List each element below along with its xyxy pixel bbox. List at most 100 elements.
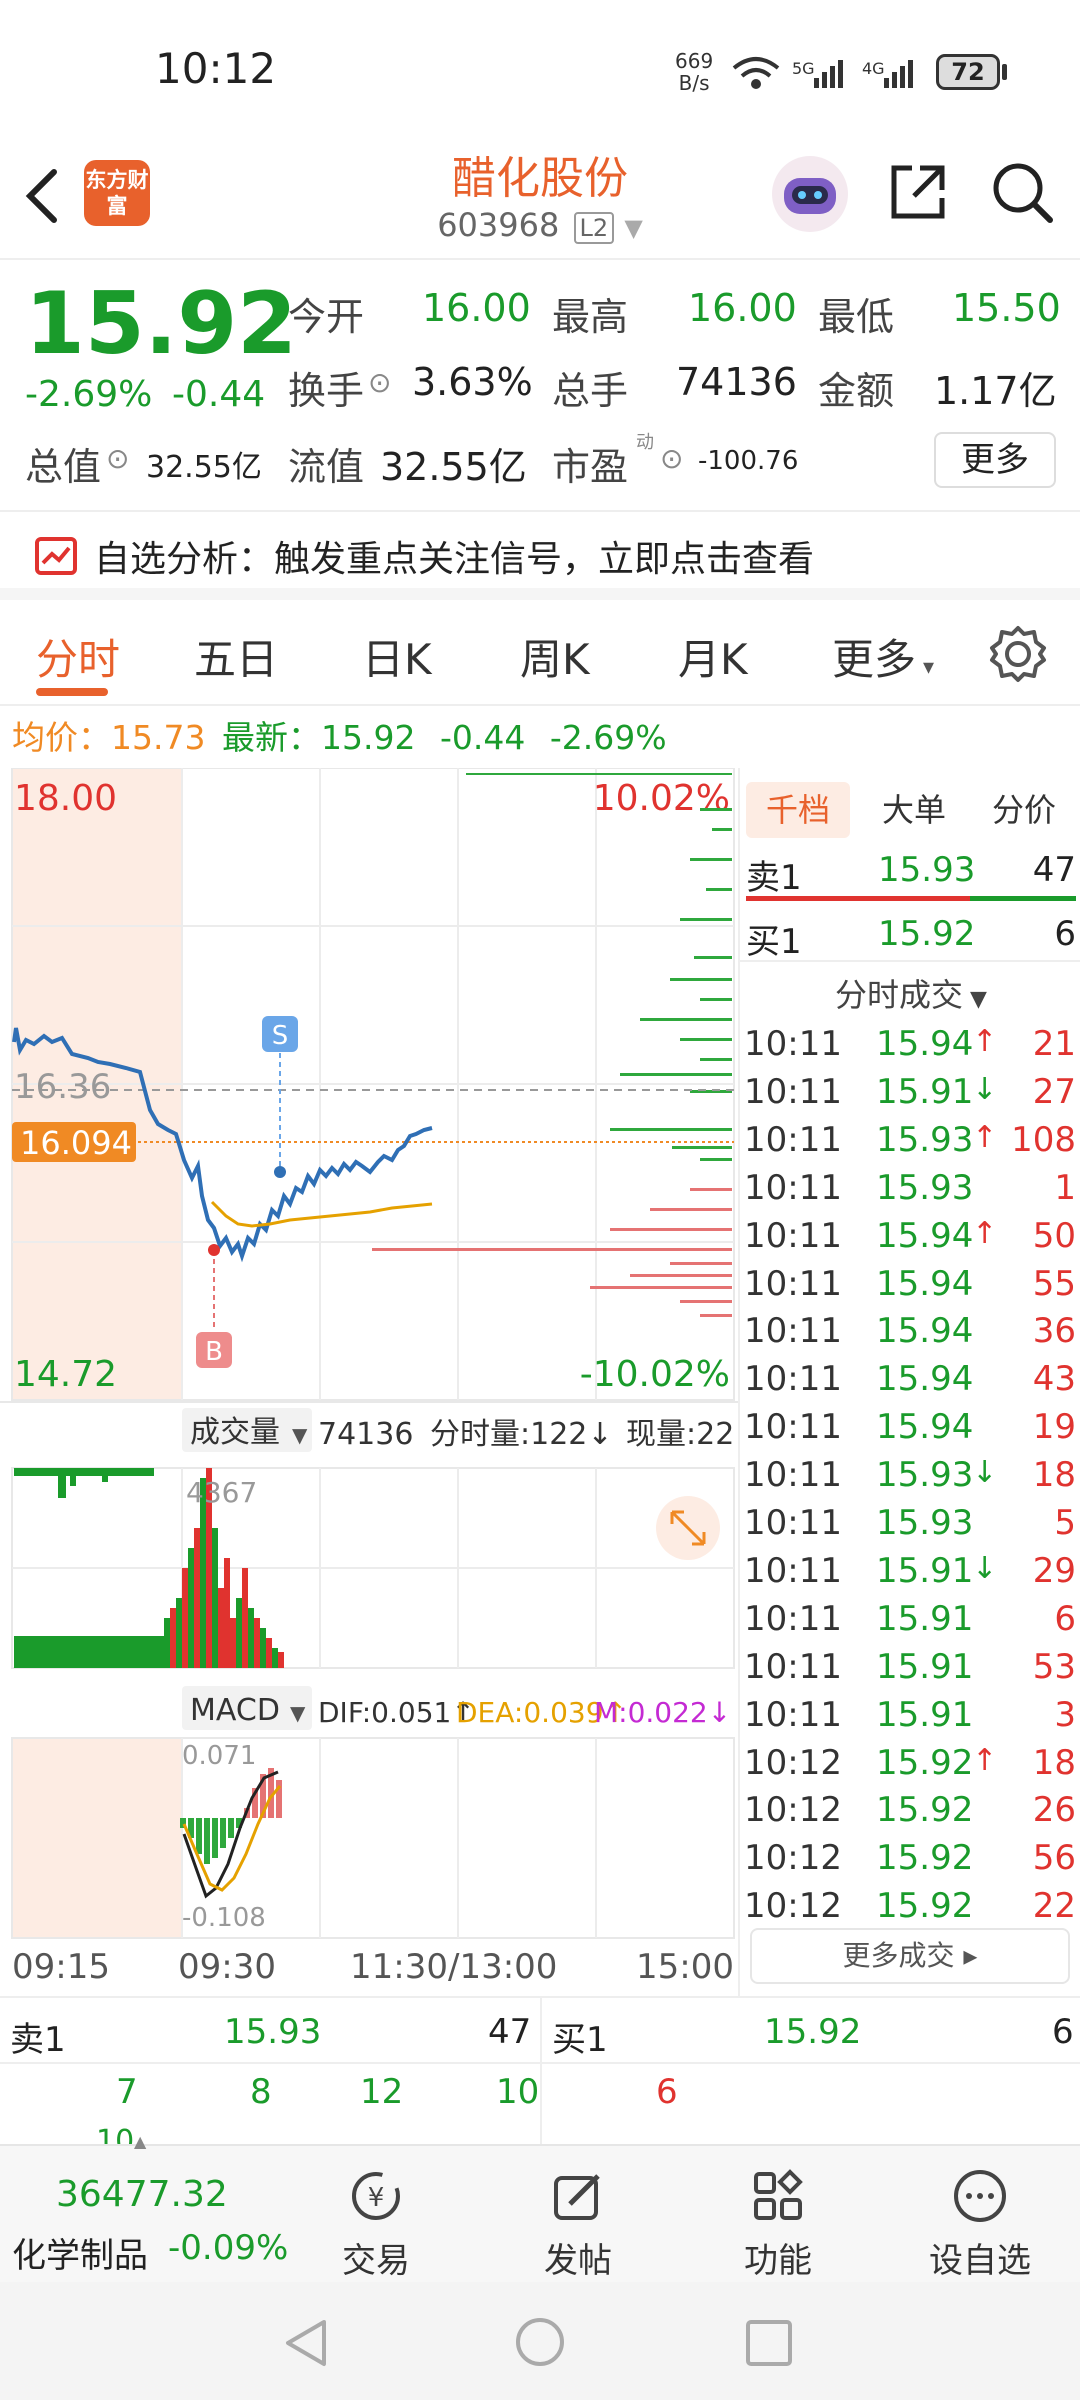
volume-label: 总手 <box>552 369 629 413</box>
panel-tab-depth[interactable]: 千档 <box>746 782 850 838</box>
trade-direction-icon: ↑ <box>972 1215 998 1251</box>
functions-button[interactable]: 功能 <box>718 2168 838 2282</box>
trade-volume: 29 <box>1032 1550 1076 1591</box>
trade-volume: 27 <box>1032 1071 1076 1112</box>
panel-buy1-price: 15.92 <box>878 914 976 954</box>
search-icon[interactable] <box>990 160 1054 224</box>
intraday-chart[interactable]: 18.00 14.72 10.02% -10.02% 16.36 16.094 … <box>0 768 738 1996</box>
add-watchlist-button[interactable]: 设自选 <box>920 2168 1040 2282</box>
panel-sell1-vol: 47 <box>1032 850 1076 890</box>
panel-buy1-row: 买1 15.92 6 <box>740 914 1080 962</box>
functions-grid-icon <box>754 2169 803 2220</box>
ob-sell-queue-1: 7 <box>116 2072 138 2112</box>
nav-recents-icon[interactable] <box>744 2318 794 2368</box>
wifi-icon <box>732 57 780 89</box>
trade-time: 10:11 <box>744 1119 842 1160</box>
trade-row: 10:11 15.93 5 <box>740 1503 1080 1551</box>
trade-button-label: 交易 <box>342 2241 410 2281</box>
trade-time: 10:12 <box>744 1886 842 1927</box>
trade-price: 15.94 <box>876 1311 974 1352</box>
notice-banner[interactable]: 自选分析：触发重点关注信号，立即点击查看 <box>0 510 1080 600</box>
trade-time: 10:11 <box>744 1215 842 1256</box>
svg-text:▼: ▼ <box>290 1701 306 1725</box>
svg-text:¥: ¥ <box>368 2183 385 2213</box>
order-book: 卖1 15.93 47 买1 15.92 6 7 8 12 10 6 10 <box>0 1996 1080 2146</box>
trade-volume: 3 <box>1054 1694 1076 1735</box>
trade-time: 10:11 <box>744 1359 842 1400</box>
trade-volume: 53 <box>1032 1646 1076 1687</box>
ob-sell1-label: 卖1 <box>10 2020 66 2060</box>
trade-price: 15.93 <box>876 1167 974 1208</box>
tab-more[interactable]: 更多 ▾ <box>832 626 934 687</box>
trade-row: 10:11 15.94 36 <box>740 1311 1080 1359</box>
panel-tab-price-dist[interactable]: 分价 <box>972 782 1076 838</box>
more-dots-icon <box>954 2170 1006 2222</box>
trade-time: 10:12 <box>744 1790 842 1831</box>
trade-row: 10:11 15.91 ↓ 27 <box>740 1072 1080 1120</box>
tab-weekly-k[interactable]: 周K <box>520 626 590 687</box>
chart-tabs: 分时 五日 日K 周K 月K 更多 ▾ <box>0 602 1080 706</box>
trades-title[interactable]: 分时成交 ▼ <box>740 970 1080 1016</box>
trade-volume: 5 <box>1054 1503 1076 1543</box>
nav-home-icon[interactable] <box>514 2316 566 2368</box>
trade-direction-icon: ↓ <box>972 1550 998 1586</box>
trade-time: 10:12 <box>744 1838 842 1879</box>
trade-row: 10:11 15.94 ↑ 50 <box>740 1216 1080 1264</box>
panel-sell1-row: 卖1 15.93 47 <box>740 850 1080 898</box>
more-trades-button[interactable]: 更多成交 ▸ <box>750 1928 1070 1984</box>
panel-tab-large-orders[interactable]: 大单 <box>862 782 966 838</box>
trade-row: 10:11 15.94 55 <box>740 1264 1080 1312</box>
tab-intraday[interactable]: 分时 <box>36 626 120 687</box>
trade-price: 15.91 <box>876 1071 974 1112</box>
ob-sell-queue-2: 8 <box>250 2072 272 2112</box>
price-summary-line: 均价：15.73 最新：15.92 -0.44 -2.69% <box>0 708 1080 768</box>
latest-change: -0.44 <box>439 718 526 757</box>
robot-assistant-icon[interactable] <box>770 154 850 234</box>
current-price: 15.92 <box>25 274 298 374</box>
trade-volume: 22 <box>1032 1886 1076 1927</box>
market-cap-value: 32.55亿 <box>146 450 262 485</box>
index-name[interactable]: 化学制品 <box>12 2228 148 2277</box>
trade-button[interactable]: ¥ 交易 <box>316 2168 436 2282</box>
trade-time: 10:12 <box>744 1742 842 1783</box>
stock-header: 东方财富 醋化股份 603968 L2 ▼ <box>0 130 1080 260</box>
share-icon[interactable] <box>886 160 950 224</box>
trade-price: 15.91 <box>876 1598 974 1639</box>
expand-up-icon[interactable]: ▲ <box>134 2132 148 2151</box>
time-label-open: 09:30 <box>178 1947 276 1987</box>
macd-bottom: -0.108 <box>182 1903 266 1933</box>
tab-five-day[interactable]: 五日 <box>194 626 278 687</box>
trade-direction-icon: ↑ <box>972 1119 998 1155</box>
trade-volume: 18 <box>1032 1455 1076 1496</box>
tab-daily-k[interactable]: 日K <box>362 626 432 687</box>
nav-back-icon[interactable] <box>282 2318 332 2368</box>
trade-price: 15.94 <box>876 1263 974 1304</box>
high-label: 最高 <box>552 295 629 339</box>
buy-marker: B <box>205 1337 223 1367</box>
signal-5g-icon <box>814 60 843 88</box>
trade-row: 10:12 15.92 22 <box>740 1886 1080 1934</box>
trade-row: 10:12 15.92 56 <box>740 1838 1080 1886</box>
trade-time: 10:11 <box>744 1167 842 1208</box>
volume-value: 74136 <box>676 360 797 404</box>
index-value[interactable]: 36477.32 <box>56 2174 228 2215</box>
ob-buy1-label: 买1 <box>552 2020 608 2060</box>
functions-button-label: 功能 <box>744 2241 812 2281</box>
depth-bars-green <box>466 773 732 1161</box>
ob-sell-queue-3: 12 <box>360 2072 404 2112</box>
chart-analysis-icon <box>35 537 77 575</box>
tab-monthly-k[interactable]: 月K <box>678 626 748 687</box>
more-button[interactable]: 更多 <box>934 432 1056 488</box>
trade-time: 10:11 <box>744 1598 842 1639</box>
turnover-label: 换手 <box>288 369 365 413</box>
info-icon[interactable]: ⊙ <box>368 366 391 399</box>
network-speed: 669 B/s <box>675 50 713 94</box>
trade-volume: 26 <box>1032 1790 1076 1831</box>
post-button[interactable]: 发帖 <box>518 2168 638 2282</box>
trade-row: 10:11 15.93 ↑ 108 <box>740 1120 1080 1168</box>
settings-gear-icon[interactable] <box>988 624 1048 684</box>
info-icon[interactable]: ⊙ <box>660 442 683 475</box>
info-icon[interactable]: ⊙ <box>106 442 129 475</box>
depth-bars-red <box>372 1188 732 1317</box>
network-speed-value: 669 <box>675 49 714 73</box>
